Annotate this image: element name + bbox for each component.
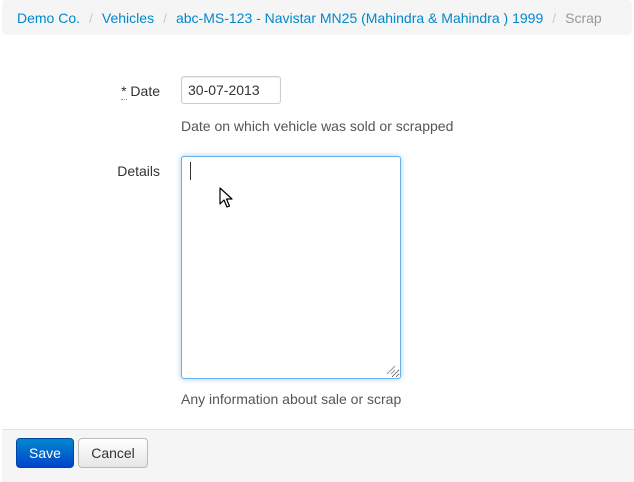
required-marker: * xyxy=(121,83,127,100)
breadcrumb-separator: / xyxy=(163,9,167,26)
breadcrumb-link-vehicle[interactable]: abc-MS-123 - Navistar MN25 (Mahindra & M… xyxy=(176,10,543,26)
date-label-text: Date xyxy=(130,83,160,99)
details-help-text: Any information about sale or scrap xyxy=(181,391,402,407)
resize-grip-icon[interactable] xyxy=(384,363,396,375)
breadcrumb: Demo Co. / Vehicles / abc-MS-123 - Navis… xyxy=(2,0,632,35)
breadcrumb-link-vehicles[interactable]: Vehicles xyxy=(102,10,154,26)
breadcrumb-current-scrap: Scrap xyxy=(565,9,602,26)
text-caret xyxy=(190,162,191,180)
details-label: Details xyxy=(117,163,160,179)
mouse-pointer-icon xyxy=(219,187,233,208)
date-input[interactable] xyxy=(181,76,281,104)
form-actions: Save Cancel xyxy=(2,429,634,482)
breadcrumb-separator: / xyxy=(552,9,557,26)
breadcrumb-link-company[interactable]: Demo Co. xyxy=(17,10,80,26)
breadcrumb-separator: / xyxy=(89,9,93,26)
details-textarea[interactable] xyxy=(181,156,401,379)
date-help-text: Date on which vehicle was sold or scrapp… xyxy=(181,118,454,134)
save-button[interactable]: Save xyxy=(16,438,74,468)
date-label: * Date xyxy=(0,83,160,100)
cancel-button[interactable]: Cancel xyxy=(78,438,148,468)
